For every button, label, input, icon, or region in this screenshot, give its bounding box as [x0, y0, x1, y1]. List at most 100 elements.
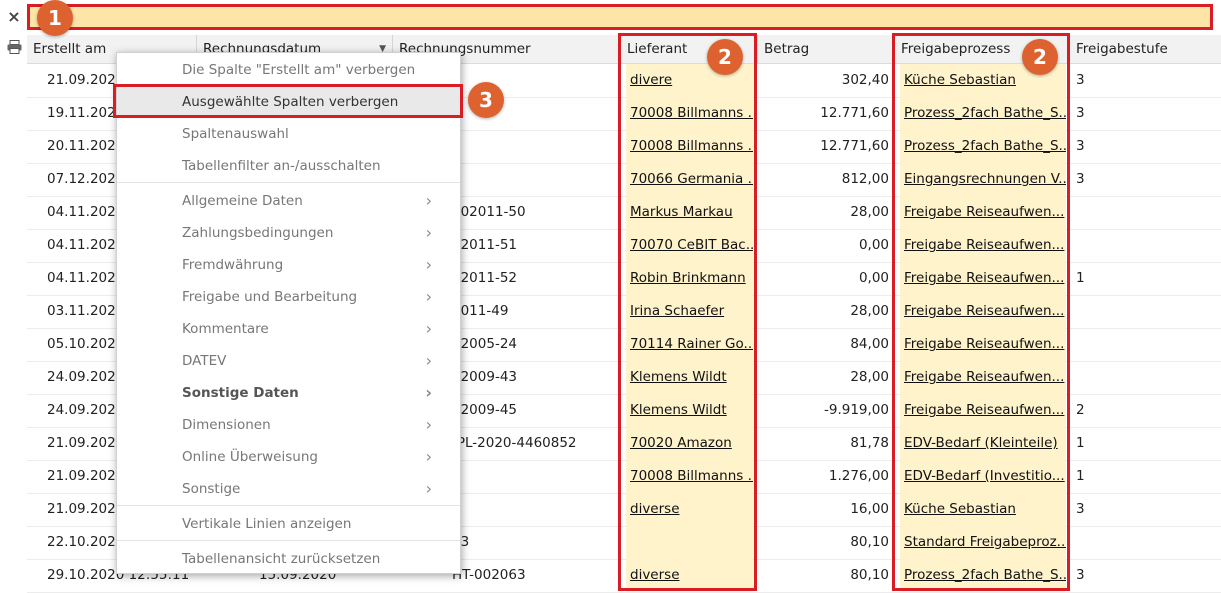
- selected-menu-item-highlight: [113, 84, 463, 118]
- cell-rechnungsnummer: 02005-24: [452, 336, 517, 352]
- menu-item-label: Dimensionen: [182, 417, 271, 433]
- menu-item-label: Allgemeine Daten: [182, 193, 303, 209]
- print-icon[interactable]: [4, 36, 24, 58]
- cell-freigabestufe: [1076, 361, 1136, 394]
- menu-item-label: Tabellenansicht zurücksetzen: [182, 551, 381, 567]
- cell-betrag: 28,00: [850, 303, 889, 319]
- close-glyph: ×: [7, 6, 21, 26]
- menu-item-label: Sonstige: [182, 481, 241, 497]
- chevron-right-icon: ›: [425, 447, 432, 466]
- cell-freigabestufe: 1: [1076, 270, 1085, 286]
- menu-item-label: Vertikale Linien anzeigen: [182, 516, 352, 532]
- cell-betrag: 16,00: [850, 501, 889, 517]
- context-menu-item[interactable]: Spaltenauswahl: [117, 118, 460, 150]
- menu-item-label: Tabellenfilter an-/ausschalten: [182, 158, 381, 174]
- cell-freigabestufe: [1076, 229, 1136, 262]
- menu-item-label: Freigabe und Bearbeitung: [182, 289, 358, 305]
- chevron-right-icon: ›: [425, 351, 432, 370]
- cell-betrag: 28,00: [850, 369, 889, 385]
- menu-separator: [117, 182, 460, 183]
- cell-rechnungsnummer: 02011-51: [452, 237, 517, 253]
- context-menu-item[interactable]: Vertikale Linien anzeigen: [117, 508, 460, 540]
- menu-item-label: Fremdwährung: [182, 257, 284, 273]
- context-menu-item[interactable]: Freigabe und Bearbeitung ›: [117, 281, 460, 313]
- annotation-badge-2-lieferant: 2: [707, 39, 743, 75]
- menu-item-label: Kommentare: [182, 321, 269, 337]
- cell-freigabestufe: 3: [1076, 105, 1085, 121]
- menu-item-label: DATEV: [182, 353, 227, 369]
- context-menu-item[interactable]: Online Überweisung ›: [117, 441, 460, 473]
- chevron-right-icon: ›: [425, 191, 432, 210]
- annotation-badge-3: 3: [468, 82, 504, 118]
- close-icon[interactable]: ×: [4, 5, 24, 27]
- column-header-betrag[interactable]: Betrag: [758, 35, 895, 63]
- context-menu-item[interactable]: Kommentare ›: [117, 313, 460, 345]
- cell-freigabestufe: [1076, 196, 1136, 229]
- chevron-right-icon: ›: [425, 255, 432, 274]
- cell-freigabestufe: 1: [1076, 468, 1085, 484]
- column-header-freigabestufe[interactable]: Freigabestufe: [1070, 35, 1221, 63]
- cell-rechnungsnummer: 2011-49: [452, 303, 509, 319]
- table-filter-bar[interactable]: [27, 4, 1213, 30]
- cell-rechnungsnummer: -PL-2020-4460852: [452, 435, 577, 451]
- cell-rechnungsnummer: 3: [452, 460, 621, 493]
- context-menu-item[interactable]: Fremdwährung ›: [117, 249, 460, 281]
- context-menu-item[interactable]: Zahlungsbedingungen ›: [117, 217, 460, 249]
- context-menu-item[interactable]: Die Spalte "Erstellt am" verbergen: [117, 54, 460, 86]
- chevron-right-icon: ›: [425, 319, 432, 338]
- column-label: Erstellt am: [33, 41, 107, 57]
- menu-separator: [117, 505, 460, 506]
- context-menu-item[interactable]: Tabellenfilter an-/ausschalten: [117, 150, 460, 182]
- cell-freigabestufe: [1076, 295, 1136, 328]
- context-menu-item[interactable]: Dimensionen ›: [117, 409, 460, 441]
- cell-freigabestufe: 3: [1076, 171, 1085, 187]
- cell-freigabestufe: 3: [1076, 567, 1085, 583]
- context-menu-item[interactable]: DATEV ›: [117, 345, 460, 377]
- chevron-right-icon: ›: [425, 479, 432, 498]
- cell-rechnungsnummer: HT-002063: [452, 567, 526, 583]
- annotation-badge-1: 1: [37, 0, 73, 36]
- cell-betrag: -9.919,00: [824, 402, 889, 418]
- menu-separator: [117, 540, 460, 541]
- cell-rechnungsnummer: [452, 493, 621, 526]
- cell-betrag: 80,10: [850, 567, 889, 583]
- chevron-right-icon: ›: [425, 223, 432, 242]
- cell-rechnungsnummer: 202011-50: [452, 204, 526, 220]
- column-context-menu: Die Spalte "Erstellt am" verbergen Ausgew…: [116, 52, 461, 574]
- cell-freigabestufe: 3: [1076, 72, 1085, 88]
- lieferant-column-highlight: [618, 33, 757, 591]
- cell-rechnungsnummer: 02009-43: [452, 369, 517, 385]
- cell-betrag: 1.276,00: [828, 468, 889, 484]
- cell-betrag: 0,00: [858, 237, 889, 253]
- chevron-right-icon: ›: [425, 415, 432, 434]
- freigabeprozess-column-highlight: [892, 33, 1070, 591]
- chevron-right-icon: ›: [425, 287, 432, 306]
- annotation-badge-2-freigabeprozess: 2: [1022, 39, 1058, 75]
- cell-freigabestufe: 2: [1076, 402, 1085, 418]
- cell-betrag: 28,00: [850, 204, 889, 220]
- menu-item-label: Sonstige Daten: [182, 385, 299, 401]
- cell-betrag: 81,78: [850, 435, 889, 451]
- cell-betrag: 80,10: [850, 534, 889, 550]
- context-menu-item[interactable]: Sonstige Daten ›: [117, 377, 460, 409]
- cell-rechnungsnummer: [452, 163, 621, 196]
- cell-freigabestufe: [1076, 328, 1136, 361]
- cell-freigabestufe: [1076, 526, 1136, 559]
- cell-betrag: 0,00: [858, 270, 889, 286]
- cell-betrag: 812,00: [841, 171, 889, 187]
- cell-betrag: 12.771,60: [820, 138, 889, 154]
- column-label: Freigabestufe: [1076, 41, 1168, 57]
- cell-freigabestufe: 3: [1076, 138, 1085, 154]
- menu-item-label: Die Spalte "Erstellt am" verbergen: [182, 62, 416, 78]
- cell-rechnungsnummer: 02011-52: [452, 270, 517, 286]
- column-label: Betrag: [764, 41, 810, 57]
- chevron-right-icon: ›: [425, 383, 432, 402]
- menu-item-label: Zahlungsbedingungen: [182, 225, 334, 241]
- context-menu-item[interactable]: Allgemeine Daten ›: [117, 185, 460, 217]
- printer-icon: [7, 40, 21, 54]
- cell-freigabestufe: 3: [1076, 501, 1085, 517]
- cell-betrag: 84,00: [850, 336, 889, 352]
- context-menu-item[interactable]: Tabellenansicht zurücksetzen: [117, 543, 460, 575]
- context-menu-item[interactable]: Sonstige ›: [117, 473, 460, 505]
- cell-rechnungsnummer: 63: [452, 526, 621, 559]
